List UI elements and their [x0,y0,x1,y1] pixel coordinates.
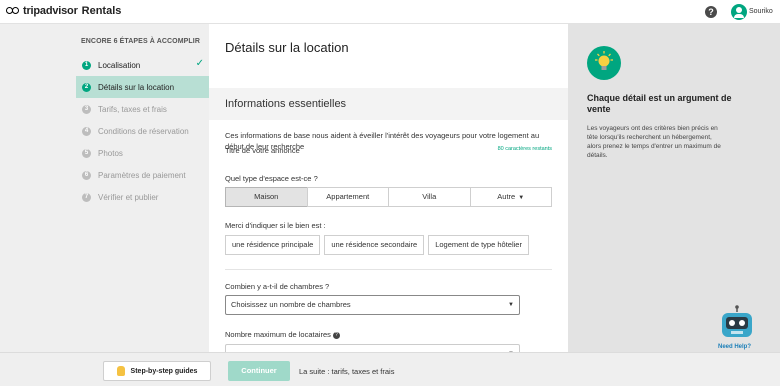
lightbulb-icon [587,46,621,80]
step-label: Détails sur la location [98,82,175,92]
top-bar: tripadvisor Rentals ? Souriko [0,0,780,24]
brand-logo[interactable]: tripadvisor Rentals [6,5,121,17]
bedrooms-select-value: Choisissez un nombre de chambres [231,300,351,309]
footer-bar: Step-by-step guides Continuer La suite :… [0,352,780,386]
section-title: Informations essentielles [225,98,347,110]
space-type-other-label: Autre [497,192,516,201]
max-guests-select[interactable]: ▼ [225,344,520,352]
divider [225,269,552,270]
step-label: Photos [98,148,123,158]
page-title: Détails sur la location [225,40,349,55]
step-number-badge: 4 [82,126,91,136]
steps-sidebar: ENCORE 6 ÉTAPES À ACCOMPLIR 1 Localisati… [76,33,209,353]
step-number-badge: 6 [82,170,91,180]
step-rental-details[interactable]: 2 Détails sur la location [76,76,209,98]
caret-down-icon: ▼ [508,345,514,352]
property-kind-label: Merci d'indiquer si le bien est : [225,221,326,230]
space-type-label: Quel type d'espace est-ce ? [225,174,318,183]
step-number-badge: 3 [82,104,91,114]
space-type-other-dropdown[interactable]: Autre ▼ [469,187,552,207]
checkmark-icon: ✓ [195,58,204,69]
step-photos[interactable]: 5 Photos [76,142,209,164]
space-type-villa[interactable]: Villa [388,187,471,207]
step-review-publish[interactable]: 7 Vérifier et publier [76,186,209,208]
max-guests-label: Nombre maximum de locataires? [225,330,340,339]
continue-button[interactable]: Continuer [228,361,290,381]
primary-residence-option[interactable]: une résidence principale [225,235,321,255]
step-rates-taxes-fees[interactable]: 3 Tarifs, taxes et frais [76,98,209,120]
brand-product: Rentals [81,5,122,17]
step-number-badge: 1 [82,60,91,70]
step-label: Vérifier et publier [98,192,159,202]
step-payment-settings[interactable]: 6 Paramètres de paiement [76,164,209,186]
space-type-house[interactable]: Maison [225,187,308,207]
step-location[interactable]: 1 Localisation ✓ [76,54,209,76]
help-circle-icon[interactable]: ? [705,6,717,18]
steps-remaining-title: ENCORE 6 ÉTAPES À ACCOMPLIR [81,38,200,45]
hotel-type-option[interactable]: Logement de type hôtelier [428,235,529,255]
section-header: Informations essentielles [209,88,568,120]
step-label: Paramètres de paiement [98,170,186,180]
need-help-link[interactable]: Need Help? [718,344,751,350]
tip-panel: Chaque détail est un argument de vente L… [568,24,780,352]
next-step-label: La suite : tarifs, taxes et frais [299,367,395,376]
chars-remaining-counter: 80 caractères restants [497,146,552,152]
space-type-selector: Maison Appartement Villa Autre ▼ [225,187,552,207]
step-label: Conditions de réservation [98,126,189,136]
step-booking-conditions[interactable]: 4 Conditions de réservation [76,120,209,142]
rental-details-form: Détails sur la location Informations ess… [209,24,568,352]
caret-down-icon: ▼ [508,302,514,308]
info-question-icon[interactable]: ? [332,332,340,339]
caret-down-icon: ▼ [518,195,525,201]
step-number-badge: 2 [82,82,91,92]
guides-button-label: Step-by-step guides [130,367,198,375]
secondary-residence-option[interactable]: une résidence secondaire [324,235,425,255]
property-kind-options: une résidence principale une résidence s… [225,235,552,255]
space-type-apartment[interactable]: Appartement [306,187,389,207]
tip-title: Chaque détail est un argument de vente [587,93,732,114]
owl-eyes-icon [6,6,20,16]
brand-name: tripadvisor [23,5,78,17]
step-number-badge: 7 [82,192,91,202]
step-number-badge: 5 [82,148,91,158]
user-avatar-icon[interactable] [731,4,747,20]
tip-text: Les voyageurs ont des critères bien préc… [587,125,721,159]
step-label: Localisation [98,60,141,70]
step-by-step-guides-button[interactable]: Step-by-step guides [103,361,211,381]
user-name[interactable]: Souriko [749,8,773,15]
listing-title-label: Titre de votre annonce [225,146,300,155]
bedrooms-label: Combien y a-t-il de chambres ? [225,282,330,291]
help-robot-icon[interactable] [719,305,755,339]
pointing-hand-icon [116,366,125,376]
bedrooms-select[interactable]: Choisissez un nombre de chambres ▼ [225,295,520,315]
step-label: Tarifs, taxes et frais [98,104,167,114]
max-guests-label-text: Nombre maximum de locataires [225,330,331,339]
